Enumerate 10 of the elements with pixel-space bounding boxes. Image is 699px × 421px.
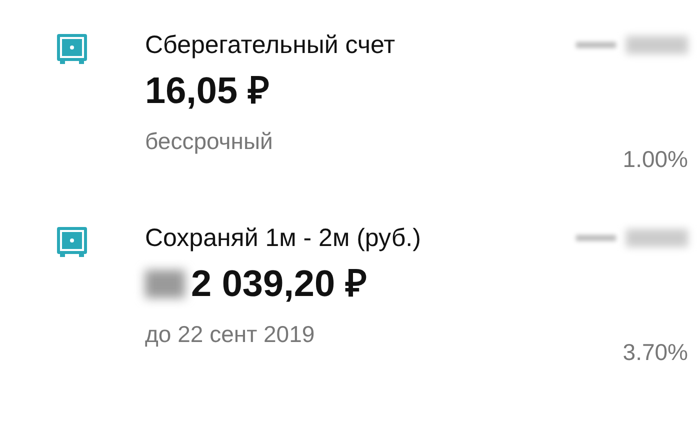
safe-icon [56,33,88,65]
interest-rate: 1.00% [622,145,688,174]
interest-rate: 3.70% [622,338,688,367]
account-balance: 16,05 ₽ [145,69,270,113]
account-name: Сберегательный счет [145,30,396,61]
account-balance: 2 039,20 ₽ [191,262,368,306]
safe-icon [56,226,88,258]
account-name: Сохраняй 1м - 2м (руб.) [145,223,422,254]
term-label: до 22 сент 2019 [145,320,316,349]
term-label: бессрочный [145,127,274,156]
